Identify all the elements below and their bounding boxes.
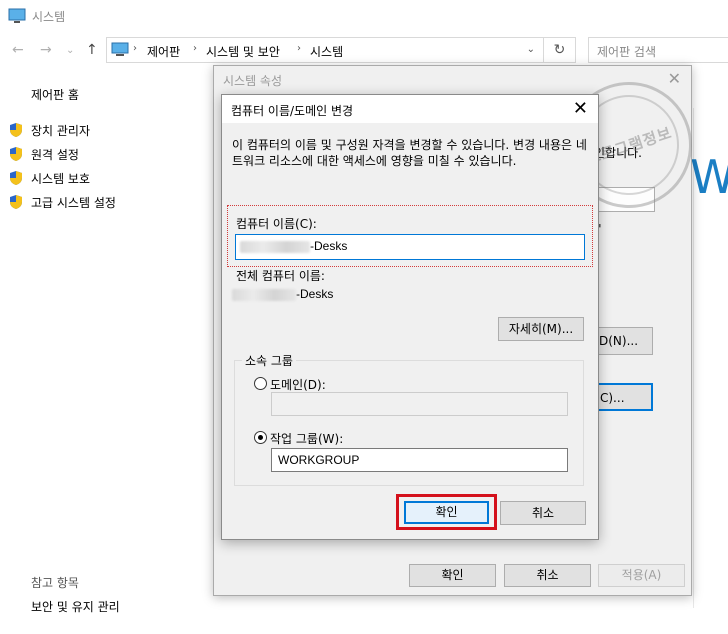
breadcrumb-chevron-icon: › — [133, 43, 137, 54]
domain-field[interactable] — [271, 392, 568, 416]
computer-name-value: -Desks — [310, 239, 348, 253]
close-icon[interactable]: ✕ — [573, 98, 588, 119]
sidebar-item-label: 시스템 보호 — [31, 171, 91, 186]
computer-name-label: 컴퓨터 이름(C): — [236, 217, 317, 231]
workgroup-field[interactable]: WORKGROUP — [271, 448, 568, 472]
breadcrumb-system-security[interactable]: 시스템 및 보안 — [206, 43, 280, 60]
refresh-icon[interactable]: ↻ — [544, 37, 576, 63]
window-titlebar: 시스템 — [0, 0, 728, 32]
domain-radio[interactable] — [254, 377, 267, 390]
dialog-titlebar: 컴퓨터 이름/도메인 변경 ✕ — [222, 95, 598, 123]
full-computer-name-value: -Desks — [232, 287, 333, 301]
change-button[interactable]: C)... — [594, 383, 653, 411]
window-title: 시스템 — [32, 10, 66, 24]
ok-button[interactable]: 확인 — [409, 564, 496, 587]
full-name-suffix: -Desks — [296, 287, 334, 301]
computer-name-input[interactable]: -Desks — [235, 234, 585, 260]
windows-logo-text: W — [690, 150, 728, 204]
uac-shield-icon — [10, 147, 22, 161]
breadcrumb-chevron-icon: › — [193, 43, 197, 54]
sidebar-item-system-protection[interactable]: 시스템 보호 — [8, 169, 90, 187]
member-of-label: 소속 그룹 — [242, 352, 296, 369]
redacted-name — [232, 288, 296, 301]
sidebar-item-label: 장치 관리자 — [31, 123, 91, 138]
full-computer-name-label: 전체 컴퓨터 이름: — [236, 269, 325, 283]
uac-shield-icon — [10, 195, 22, 209]
dialog-ok-button[interactable]: 확인 — [404, 501, 489, 524]
back-arrow-icon[interactable]: ← — [12, 42, 24, 58]
workgroup-radio-label: 작업 그룹(W): — [270, 432, 344, 446]
recent-dropdown-icon[interactable]: ⌄ — [66, 45, 74, 56]
address-dropdown-icon[interactable]: ⌄ — [527, 44, 535, 55]
sidebar-item-label: 고급 시스템 설정 — [31, 195, 116, 210]
dialog-title: 컴퓨터 이름/도메인 변경 — [231, 104, 354, 118]
sidebar-item-remote-settings[interactable]: 원격 설정 — [8, 145, 79, 163]
security-maintenance-link[interactable]: 보안 및 유지 관리 — [31, 598, 120, 615]
redacted-name — [240, 240, 310, 253]
dialog-description: 이 컴퓨터의 이름 및 구성원 자격을 변경할 수 있습니다. 변경 내용은 네… — [232, 138, 587, 168]
cancel-button[interactable]: 취소 — [504, 564, 591, 587]
breadcrumb-chevron-icon: › — [297, 43, 301, 54]
see-also-heading: 참고 항목 — [31, 576, 79, 590]
apply-button[interactable]: 적용(A) — [598, 564, 685, 587]
address-bar[interactable]: › 제어판 › 시스템 및 보안 › 시스템 ⌄ — [106, 37, 544, 63]
sidebar-item-label: 원격 설정 — [31, 147, 79, 162]
sidebar-home-link[interactable]: 제어판 홈 — [31, 86, 79, 103]
dialog-cancel-button[interactable]: 취소 — [500, 501, 586, 525]
more-button[interactable]: 자세히(M)... — [498, 317, 584, 341]
system-monitor-icon — [8, 8, 26, 27]
breadcrumb-control-panel[interactable]: 제어판 — [147, 43, 180, 60]
system-properties-title: 시스템 속성 — [223, 74, 283, 88]
domain-radio-label: 도메인(D): — [270, 378, 326, 392]
search-input[interactable]: 제어판 검색 — [588, 37, 728, 63]
computer-name-dialog: 컴퓨터 이름/도메인 변경 ✕ 이 컴퓨터의 이름 및 구성원 자격을 변경할 … — [221, 94, 599, 540]
forward-arrow-icon[interactable]: → — [40, 42, 52, 58]
breadcrumb-system[interactable]: 시스템 — [310, 43, 343, 60]
sidebar-item-device-manager[interactable]: 장치 관리자 — [8, 121, 90, 139]
change-id-button[interactable]: D(N)... — [594, 327, 653, 355]
workgroup-radio[interactable] — [254, 431, 267, 444]
uac-shield-icon — [10, 123, 22, 137]
sidebar-item-advanced-settings[interactable]: 고급 시스템 설정 — [8, 193, 116, 211]
up-arrow-icon[interactable]: ↑ — [86, 42, 98, 58]
close-icon[interactable]: ✕ — [668, 69, 681, 88]
uac-shield-icon — [10, 171, 22, 185]
control-panel-icon — [111, 42, 129, 60]
